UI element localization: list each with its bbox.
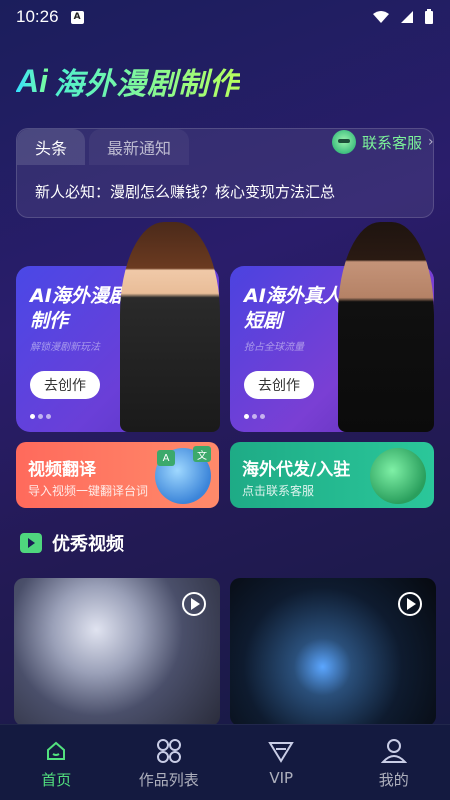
create-button[interactable]: 去创作 bbox=[244, 371, 314, 399]
play-icon[interactable] bbox=[182, 592, 206, 616]
overseas-distribution-card[interactable]: 海外代发/入驻 点击联系客服 bbox=[230, 442, 434, 508]
status-time: 10:26 bbox=[16, 7, 59, 26]
app-header: Ai 海外漫剧制作 bbox=[16, 58, 240, 104]
nav-label: 我的 bbox=[378, 771, 409, 789]
nav-label: 首页 bbox=[41, 771, 72, 789]
video-thumbnail[interactable] bbox=[230, 578, 436, 726]
service-subtitle: 导入视频一键翻译台词 bbox=[28, 484, 149, 498]
wifi-icon bbox=[373, 11, 389, 23]
tab-latest-notice[interactable]: 最新通知 bbox=[89, 129, 190, 165]
carousel-dots bbox=[30, 414, 51, 419]
feature-subtitle: 抢占全球流量 bbox=[244, 342, 304, 353]
create-button[interactable]: 去创作 bbox=[30, 371, 100, 399]
nav-home[interactable]: 首页 bbox=[0, 725, 113, 800]
feature-subtitle: 解锁漫剧新玩法 bbox=[30, 342, 100, 353]
nav-works[interactable]: 作品列表 bbox=[113, 725, 226, 800]
grid-icon bbox=[155, 737, 183, 765]
battery-icon bbox=[425, 9, 433, 24]
nav-label: 作品列表 bbox=[138, 771, 199, 789]
carousel-dots bbox=[244, 414, 265, 419]
section-header: 优秀视频 bbox=[20, 530, 124, 556]
contact-support-label: 联系客服 bbox=[362, 133, 423, 152]
ai-logo: Ai bbox=[16, 62, 48, 99]
status-right bbox=[372, 9, 434, 25]
notice-tabs: 头条 最新通知 bbox=[17, 129, 190, 165]
play-icon[interactable] bbox=[398, 592, 422, 616]
home-icon bbox=[42, 737, 70, 765]
tv-icon bbox=[20, 533, 42, 553]
service-subtitle: 点击联系客服 bbox=[242, 484, 315, 498]
support-avatar-icon bbox=[332, 130, 356, 154]
nav-vip[interactable]: VIP bbox=[225, 725, 338, 800]
service-title: 海外代发/入驻 bbox=[242, 460, 351, 480]
letter-a-badge-icon: A bbox=[157, 450, 175, 466]
status-bar: 10:26 A bbox=[0, 0, 450, 34]
app-title: 海外漫剧制作 bbox=[54, 59, 240, 103]
nav-profile[interactable]: 我的 bbox=[338, 725, 450, 800]
signal-icon bbox=[401, 11, 413, 23]
bottom-nav: 首页 作品列表 VIP 我的 bbox=[0, 724, 450, 800]
character-man-image bbox=[338, 222, 434, 432]
tab-headline[interactable]: 头条 bbox=[17, 129, 86, 165]
section-title: 优秀视频 bbox=[52, 534, 124, 555]
nav-label: VIP bbox=[269, 769, 294, 787]
service-title: 视频翻译 bbox=[28, 460, 96, 480]
person-icon bbox=[380, 737, 408, 765]
notice-headline[interactable]: 新人必知：漫剧怎么赚钱？核心变现方法汇总 bbox=[35, 181, 335, 202]
notification-app-icon: A bbox=[70, 10, 84, 24]
character-woman-image bbox=[120, 222, 220, 432]
contact-support-link[interactable]: 联系客服 › bbox=[332, 130, 450, 154]
text-badge-icon: 文 bbox=[193, 446, 211, 462]
chevron-right-icon: › bbox=[428, 134, 434, 150]
video-translate-card[interactable]: 视频翻译 导入视频一键翻译台词 A 文 bbox=[16, 442, 219, 508]
world-map-icon bbox=[370, 448, 426, 504]
diamond-icon bbox=[267, 737, 295, 765]
video-thumbnail[interactable] bbox=[14, 578, 220, 726]
